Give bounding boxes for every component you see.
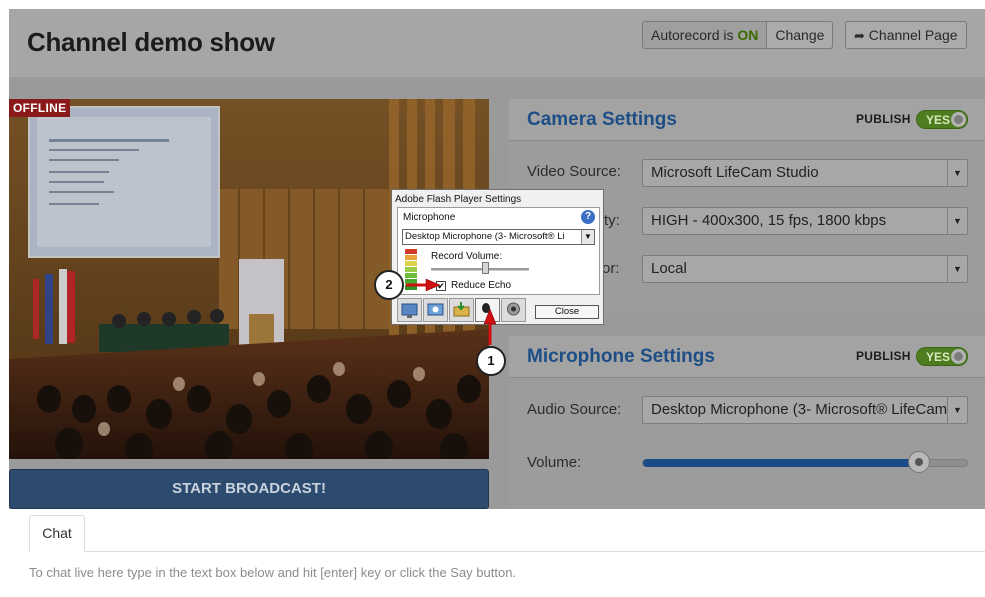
tutorial-arrows [406,278,497,345]
callout-2: 2 [374,270,404,300]
callout-1: 1 [476,346,506,376]
app-root: Channel demo show Autorecord is ON Chang… [0,0,985,597]
